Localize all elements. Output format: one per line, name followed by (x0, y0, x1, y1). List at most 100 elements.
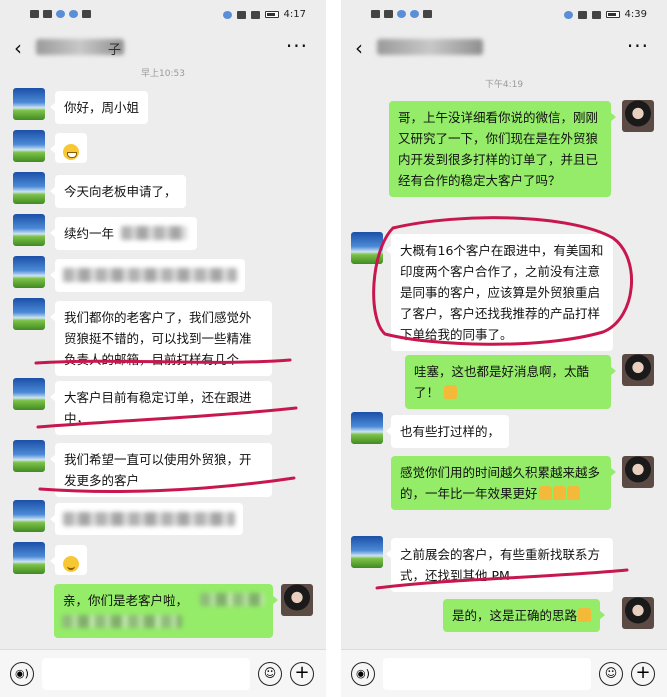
input-bar: ◉) ☺ + (341, 649, 667, 697)
thumbs-up-icon (538, 486, 552, 500)
signal-icon (43, 10, 52, 18)
message-input[interactable] (42, 658, 250, 690)
voice-input-icon[interactable]: ◉) (10, 662, 34, 686)
message-bubble-received (50, 259, 245, 292)
message-bubble-sent: 感觉你们用的时间越久积累越来越多的，一年比一年效果更好 (391, 456, 616, 510)
wifi-icon (250, 10, 260, 19)
message-text: 亲，你们是老客户啦， (63, 593, 189, 608)
app-notification-icon (56, 10, 65, 18)
redacted-text (62, 615, 182, 628)
emoji-button-icon[interactable]: ☺ (599, 662, 623, 686)
message-bubble-received: 大客户目前有稳定订单，还在跟进中， (50, 381, 272, 435)
message-text: 是的，这是正确的思路 (452, 608, 578, 623)
contact-avatar[interactable] (13, 440, 45, 472)
redacted-text (63, 512, 235, 526)
status-icons-left (371, 10, 432, 18)
app-notification-icon (410, 10, 419, 18)
grin-emoji-icon (63, 143, 79, 160)
chat-header: ‹ ··· (341, 30, 667, 66)
my-avatar[interactable] (622, 456, 654, 488)
message-bubble-received: 大概有16个客户在跟进中，有美国和印度两个客户合作了，之前没有注意是同事的客户，… (386, 234, 613, 351)
message-bubble-received: 之前展会的客户，有些重新找联系方式，还找到其他 PM (386, 538, 613, 592)
contact-name-suffix: 子 (108, 43, 122, 58)
message-text: 我们都你的老客户了，我们感觉外贸狼挺不错的，可以找到一些精准负责人的邮箱，目前打… (64, 310, 252, 367)
message-text: 大客户目前有稳定订单，还在跟进中， (64, 390, 252, 426)
message-bubble-received (50, 133, 87, 163)
message-bubble-sent: 亲，你们是老客户啦， (54, 584, 278, 638)
eye-icon (563, 10, 573, 19)
chat-header: ‹ 子 ··· (0, 30, 326, 66)
redacted-text (200, 593, 264, 606)
mute-icon (577, 10, 587, 19)
message-text: 之前展会的客户，有些重新找联系方式，还找到其他 PM (400, 547, 601, 583)
app-notification-icon (69, 10, 78, 18)
message-bubble-sent: 哇塞，这也都是好消息啊，太酷了！ (405, 355, 616, 409)
message-bubble-received (50, 545, 87, 575)
message-bubble-received (50, 503, 243, 535)
message-bubble-received: 我们都你的老客户了，我们感觉外贸狼挺不错的，可以找到一些精准负责人的邮箱，目前打… (50, 301, 272, 376)
message-timestamp: 下午4:19 (484, 80, 524, 90)
contact-avatar[interactable] (351, 412, 383, 444)
contact-avatar[interactable] (13, 378, 45, 410)
message-bubble-received: 你好，周小姐 (49, 91, 149, 124)
status-time: 4:39 (624, 9, 647, 20)
message-timestamp: 早上10:53 (141, 69, 185, 79)
message-bubble-received: 我们希望一直可以使用外贸狼，开发更多的客户 (50, 443, 272, 497)
status-bar: 4:17 (0, 0, 326, 30)
hd-icon (30, 10, 39, 18)
plus-button-icon[interactable]: + (631, 662, 655, 686)
thumbs-up-icon (578, 608, 592, 622)
contact-avatar[interactable] (13, 542, 45, 574)
status-icons-left (30, 10, 91, 18)
my-avatar[interactable] (622, 597, 654, 629)
message-text: 续约一年 (64, 226, 115, 241)
status-icons-right: 4:17 (222, 9, 306, 20)
plus-button-icon[interactable]: + (290, 662, 314, 686)
contact-avatar[interactable] (13, 172, 45, 204)
app-notification-icon (423, 10, 432, 18)
contact-avatar[interactable] (13, 214, 45, 246)
my-avatar[interactable] (622, 354, 654, 386)
smile-emoji-icon (63, 555, 79, 572)
redacted-text (63, 268, 237, 282)
input-bar: ◉) ☺ + (0, 649, 326, 697)
battery-icon (264, 11, 279, 18)
battery-icon (605, 11, 620, 18)
app-notification-icon (397, 10, 406, 18)
message-text: 大概有16个客户在跟进中，有美国和印度两个客户合作了，之前没有注意是同事的客户，… (400, 243, 604, 342)
message-text: 哥，上午没详细看你说的微信，刚刚又研究了一下，你们现在是在外贸狼内开发到很多打样… (398, 110, 599, 188)
contact-avatar[interactable] (13, 298, 45, 330)
contact-avatar[interactable] (13, 88, 45, 120)
contact-avatar[interactable] (13, 256, 45, 288)
mute-icon (236, 10, 246, 19)
contact-avatar[interactable] (13, 130, 45, 162)
more-options-icon[interactable]: ··· (286, 34, 308, 58)
contact-avatar[interactable] (351, 232, 383, 264)
status-icons-right: 4:39 (563, 9, 647, 20)
redacted-text (121, 226, 187, 240)
my-avatar[interactable] (622, 100, 654, 132)
message-bubble-received: 今天向老板申请了， (50, 175, 186, 208)
my-avatar[interactable] (281, 584, 313, 616)
message-bubble-sent: 哥，上午没详细看你说的微信，刚刚又研究了一下，你们现在是在外贸狼内开发到很多打样… (389, 101, 616, 197)
message-text: 我们希望一直可以使用外贸狼，开发更多的客户 (64, 452, 252, 488)
message-text: 今天向老板申请了， (64, 184, 177, 199)
wifi-icon (591, 10, 601, 19)
message-bubble-sent: 是的，这是正确的思路 (443, 599, 606, 632)
contact-name-blurred (377, 39, 483, 55)
voice-input-icon[interactable]: ◉) (351, 662, 375, 686)
message-bubble-received: 也有些打过样的， (385, 415, 510, 448)
signal-icon (384, 10, 393, 18)
back-arrow-icon[interactable]: ‹ (14, 36, 22, 60)
app-notification-icon (82, 10, 91, 18)
hd-icon (371, 10, 380, 18)
emoji-button-icon[interactable]: ☺ (258, 662, 282, 686)
message-text: 也有些打过样的， (400, 424, 501, 439)
eye-icon (222, 10, 232, 19)
contact-avatar[interactable] (13, 500, 45, 532)
more-options-icon[interactable]: ··· (627, 34, 649, 58)
thumbs-up-icon (552, 486, 566, 500)
message-input[interactable] (383, 658, 591, 690)
back-arrow-icon[interactable]: ‹ (355, 36, 363, 60)
contact-avatar[interactable] (351, 536, 383, 568)
